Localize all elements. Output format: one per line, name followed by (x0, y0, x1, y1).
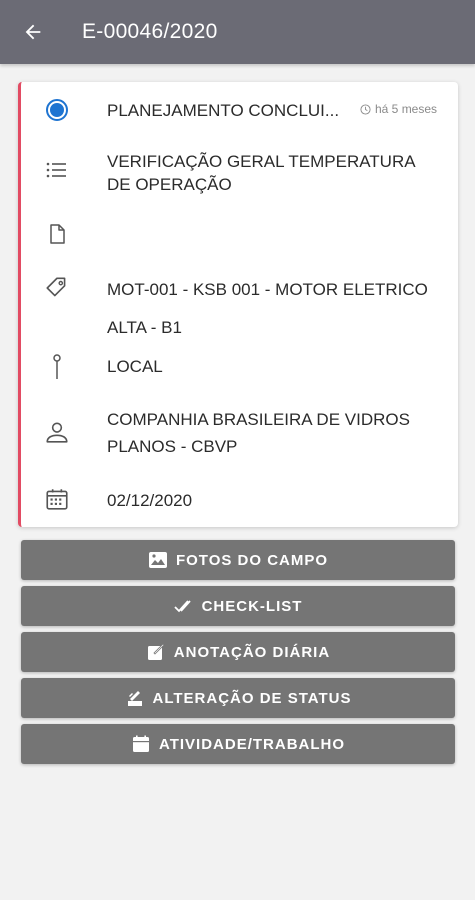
pin-icon (43, 353, 71, 381)
photos-button[interactable]: FOTOS DO CAMPO (21, 540, 455, 580)
note-edit-icon (146, 642, 166, 662)
status-stack-icon (125, 688, 145, 708)
company-row: COMPANHIA BRASILEIRA DE VIDROS PLANOS - … (21, 404, 458, 460)
person-icon (43, 418, 71, 446)
priority-text: ALTA - B1 (107, 318, 182, 337)
image-icon (148, 550, 168, 570)
clock-icon (360, 103, 371, 115)
activity-button[interactable]: ATIVIDADE/TRABALHO (21, 724, 455, 764)
status-change-button-label: ALTERAÇÃO DE STATUS (152, 689, 352, 707)
daily-note-button[interactable]: ANOTAÇÃO DIÁRIA (21, 632, 455, 672)
calendar-grid-icon (43, 485, 71, 513)
arrow-left-icon (25, 24, 41, 40)
description-text: VERIFICAÇÃO GERAL TEMPERATURA DE OPERAÇÃ… (107, 152, 415, 194)
location-row: LOCAL (21, 350, 458, 384)
double-check-icon (173, 596, 194, 616)
document-row (21, 220, 458, 250)
equipment-row: MOT-001 - KSB 001 - MOTOR ELETRICO ALTA … (21, 274, 458, 344)
status-change-button[interactable]: ALTERAÇÃO DE STATUS (21, 678, 455, 718)
tag-icon (43, 274, 71, 302)
order-detail-card: PLANEJAMENTO CONCLUI... há 5 meses VERIF… (18, 82, 458, 527)
calendar-icon (131, 734, 151, 754)
checklist-button[interactable]: CHECK-LIST (21, 586, 455, 626)
document-icon (43, 220, 71, 248)
status-row: PLANEJAMENTO CONCLUI... há 5 meses (21, 96, 458, 126)
date-row: 02/12/2020 (21, 485, 458, 515)
checklist-button-label: CHECK-LIST (201, 597, 303, 615)
back-button[interactable] (16, 15, 50, 49)
app-bar: E-00046/2020 (0, 0, 475, 64)
radio-filled-icon (43, 96, 71, 124)
daily-note-button-label: ANOTAÇÃO DIÁRIA (173, 643, 331, 661)
company-text: COMPANHIA BRASILEIRA DE VIDROS PLANOS - … (107, 410, 410, 456)
status-time: há 5 meses (360, 102, 437, 116)
description-row: VERIFICAÇÃO GERAL TEMPERATURA DE OPERAÇÃ… (21, 148, 458, 198)
location-text: LOCAL (107, 357, 163, 376)
equipment-name: MOT-001 - KSB 001 - MOTOR ELETRICO (107, 280, 428, 299)
status-label: PLANEJAMENTO CONCLUI... (107, 101, 340, 120)
photos-button-label: FOTOS DO CAMPO (175, 551, 329, 569)
list-icon (43, 156, 71, 184)
activity-button-label: ATIVIDADE/TRABALHO (158, 735, 346, 753)
status-time-text: há 5 meses (375, 102, 438, 116)
page-title: E-00046/2020 (82, 20, 218, 43)
date-text: 02/12/2020 (107, 491, 193, 510)
